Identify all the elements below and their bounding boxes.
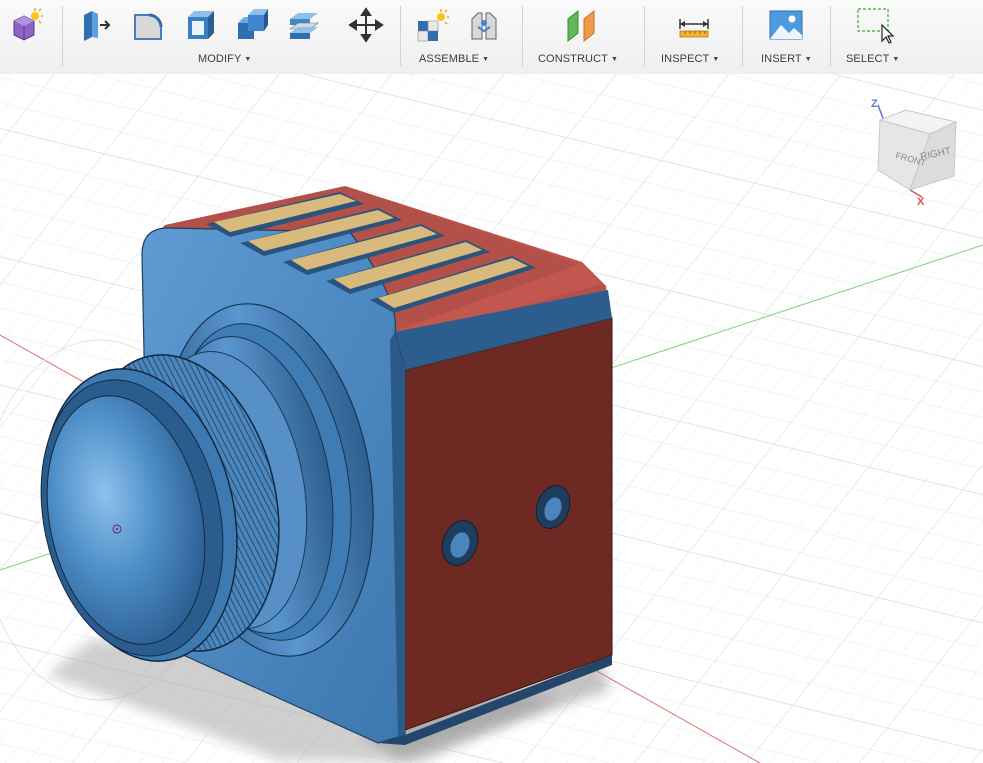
move-icon[interactable] (346, 4, 386, 46)
modify-menu[interactable]: MODIFY ▼ (198, 53, 251, 65)
canvas-viewport[interactable]: FRONT RIGHT Z X (0, 74, 983, 763)
scene-3d[interactable]: FRONT RIGHT Z X (0, 74, 983, 763)
select-menu[interactable]: SELECT ▼ (846, 53, 899, 65)
select-label: SELECT (846, 53, 890, 65)
new-component-icon[interactable] (6, 4, 46, 46)
modify-label: MODIFY (198, 53, 242, 65)
construct-menu[interactable]: CONSTRUCT ▼ (538, 53, 618, 65)
toolbar: MODIFY ▼ ASSEMBLE ▼ CONSTRUCT ▼ INSPECT … (0, 0, 983, 75)
assemble-label: ASSEMBLE (419, 53, 480, 65)
offset-plane-icon[interactable] (562, 4, 602, 46)
window-select-icon[interactable] (856, 4, 896, 46)
caret-down-icon: ▼ (244, 56, 252, 63)
measure-icon[interactable] (674, 4, 714, 46)
caret-down-icon: ▼ (892, 56, 900, 63)
caret-down-icon: ▼ (712, 56, 720, 63)
toolbar-separator (522, 6, 523, 66)
caret-down-icon: ▼ (482, 56, 490, 63)
inspect-menu[interactable]: INSPECT ▼ (661, 53, 719, 65)
viewcube-x-label: X (917, 196, 925, 208)
new-component-assemble-icon[interactable] (412, 4, 452, 46)
toolbar-separator (742, 6, 743, 66)
shell-icon[interactable] (180, 4, 220, 46)
construct-label: CONSTRUCT (538, 53, 608, 65)
toolbar-separator (644, 6, 645, 66)
insert-menu[interactable]: INSERT ▼ (761, 53, 812, 65)
insert-image-icon[interactable] (766, 4, 806, 46)
fusion-window: MODIFY ▼ ASSEMBLE ▼ CONSTRUCT ▼ INSPECT … (0, 0, 983, 763)
press-pull-icon[interactable] (76, 4, 116, 46)
caret-down-icon: ▼ (610, 56, 618, 63)
combine-icon[interactable] (232, 4, 272, 46)
toolbar-separator (400, 6, 401, 66)
viewcube-z-label: Z (871, 98, 878, 110)
caret-down-icon: ▼ (804, 56, 812, 63)
toolbar-separator (830, 6, 831, 66)
inspect-label: INSPECT (661, 53, 710, 65)
split-body-icon[interactable] (284, 4, 324, 46)
assemble-menu[interactable]: ASSEMBLE ▼ (419, 53, 489, 65)
fillet-icon[interactable] (128, 4, 168, 46)
joint-icon[interactable] (464, 4, 504, 46)
insert-label: INSERT (761, 53, 802, 65)
toolbar-separator (62, 6, 63, 66)
